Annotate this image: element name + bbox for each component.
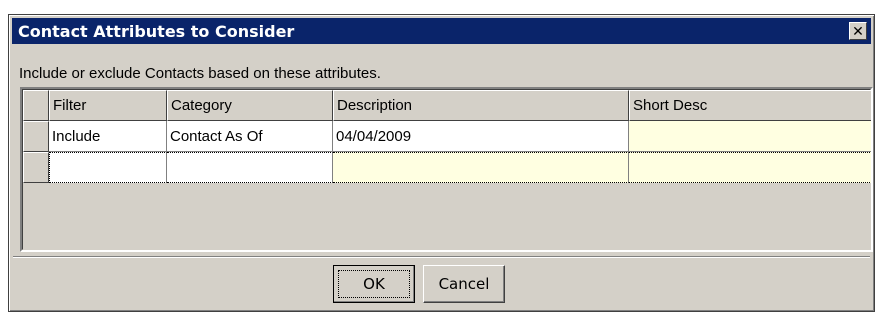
cancel-button-label: Cancel: [438, 275, 490, 293]
column-header-description[interactable]: Description: [333, 90, 629, 121]
cell-short-desc: [629, 152, 871, 183]
grid-header-row: Filter Category Description Short Desc: [23, 90, 871, 121]
cell-filter[interactable]: [49, 152, 167, 183]
instructions-label: Include or exclude Contacts based on the…: [19, 65, 381, 82]
cell-short-desc: [629, 121, 871, 152]
divider: [13, 256, 870, 258]
grid-corner-header[interactable]: [23, 90, 49, 121]
close-button[interactable]: ✕: [849, 22, 867, 40]
column-header-filter[interactable]: Filter: [49, 90, 167, 121]
cell-category[interactable]: [167, 152, 333, 183]
close-icon: ✕: [852, 23, 864, 39]
cancel-button[interactable]: Cancel: [423, 265, 505, 303]
dialog-title: Contact Attributes to Consider: [18, 22, 295, 41]
cell-description: [333, 152, 629, 183]
table-row[interactable]: [23, 152, 871, 183]
title-bar[interactable]: Contact Attributes to Consider ✕: [12, 18, 871, 44]
contact-attributes-dialog: Contact Attributes to Consider ✕ Include…: [8, 14, 875, 312]
ok-button[interactable]: OK: [333, 265, 415, 303]
cell-description[interactable]: 04/04/2009: [333, 121, 629, 152]
cell-filter[interactable]: Include: [49, 121, 167, 152]
cell-category[interactable]: Contact As Of: [167, 121, 333, 152]
column-header-short-desc[interactable]: Short Desc: [629, 90, 871, 121]
table-row[interactable]: Include Contact As Of 04/04/2009: [23, 121, 871, 152]
focus-rect: [338, 270, 410, 298]
attributes-grid[interactable]: Filter Category Description Short Desc I…: [20, 87, 873, 252]
row-selector[interactable]: [23, 121, 49, 152]
column-header-category[interactable]: Category: [167, 90, 333, 121]
row-selector[interactable]: [23, 152, 49, 183]
